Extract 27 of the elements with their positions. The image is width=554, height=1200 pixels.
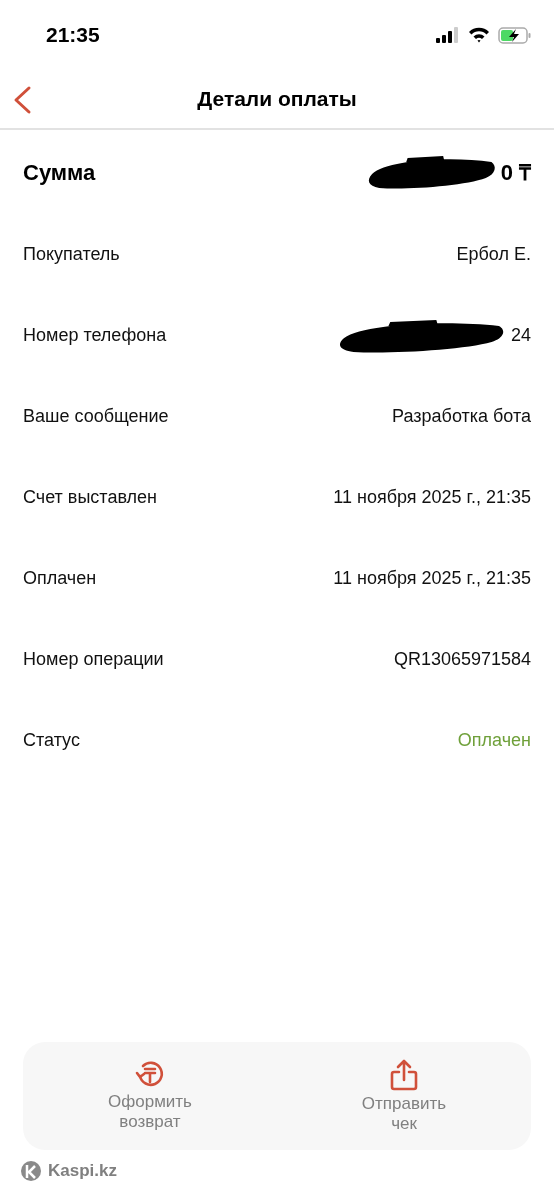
detail-label: Номер операции bbox=[23, 648, 164, 671]
page-title: Детали оплаты bbox=[197, 86, 357, 113]
detail-value: Оплачен bbox=[457, 729, 531, 752]
signal-icon bbox=[436, 27, 460, 43]
logo-icon bbox=[20, 1160, 42, 1182]
detail-value: 0 ₸ bbox=[500, 158, 531, 187]
action-button[interactable]: Отправить чек bbox=[277, 1042, 531, 1150]
brand-text: Kaspi.kz bbox=[48, 1160, 117, 1183]
detail-label: Покупатель bbox=[23, 243, 120, 266]
detail-label: Номер телефона bbox=[23, 324, 167, 347]
wifi-icon bbox=[468, 27, 490, 43]
detail-value: 11 ноября 2025 г., 21:35 bbox=[333, 567, 531, 590]
detail-value: Разработка бота bbox=[392, 405, 531, 428]
detail-label: Счет выставлен bbox=[23, 486, 157, 509]
back-icon bbox=[12, 85, 32, 115]
detail-label: Ваше сообщение bbox=[23, 405, 169, 428]
detail-value: QR13065971584 bbox=[393, 648, 531, 671]
detail-label: Статус bbox=[23, 729, 80, 752]
share-icon bbox=[388, 1058, 420, 1092]
detail-label: Сумма bbox=[23, 158, 96, 187]
status-time: 21:35 bbox=[46, 22, 100, 49]
detail-value: Ербол Е. bbox=[456, 243, 531, 266]
detail-label: Оплачен bbox=[23, 567, 97, 590]
action-button[interactable]: Оформить возврат bbox=[23, 1042, 277, 1150]
detail-value: 11 ноября 2025 г., 21:35 bbox=[333, 486, 531, 509]
detail-value: 24 bbox=[510, 324, 531, 347]
battery-charging-icon bbox=[498, 26, 532, 44]
